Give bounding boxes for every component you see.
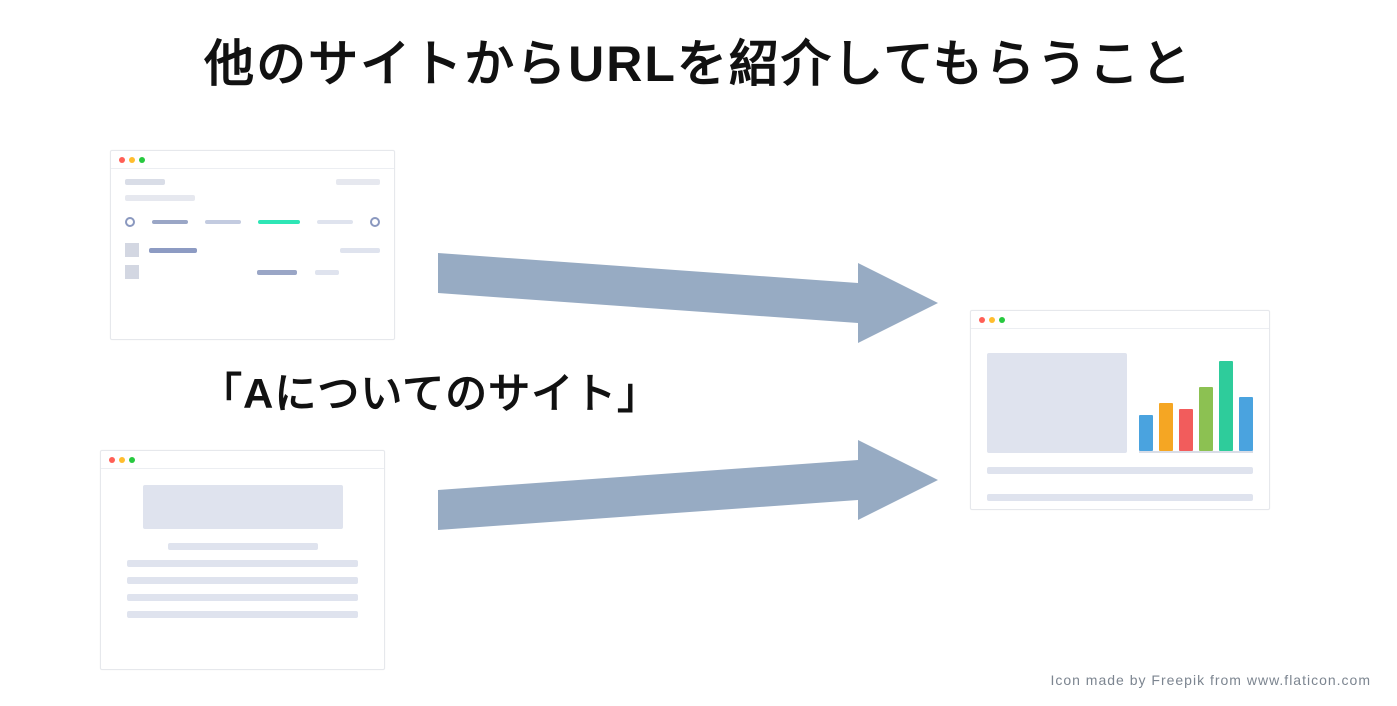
timeline (125, 211, 380, 233)
timeline-seg (205, 220, 241, 224)
target-site-analytics (970, 310, 1270, 510)
bar-chart (1139, 353, 1253, 453)
page-title: 他のサイトからURLを紹介してもらうこと (0, 24, 1397, 96)
timeline-seg (258, 220, 300, 224)
placeholder-bar (125, 195, 195, 201)
placeholder-bar (340, 248, 380, 253)
close-icon (109, 457, 115, 463)
arrow-icon (438, 253, 938, 353)
chart-bar (1179, 409, 1193, 451)
source-site-article (100, 450, 385, 670)
text-line (987, 467, 1253, 474)
chart-bar (1159, 403, 1173, 451)
arrow-icon (438, 440, 938, 540)
source-site-dashboard (110, 150, 395, 340)
text-line (127, 560, 358, 567)
chart-bar (1239, 397, 1253, 451)
text-line (127, 611, 358, 618)
text-line (987, 494, 1253, 501)
list-item (125, 243, 380, 257)
caption-subtitle: 「Aについてのサイト」 (200, 360, 660, 421)
window-titlebar (971, 311, 1269, 329)
zoom-icon (139, 157, 145, 163)
close-icon (119, 157, 125, 163)
thumb-icon (125, 243, 139, 257)
mock-content (101, 469, 384, 644)
minimize-icon (989, 317, 995, 323)
placeholder-bar (336, 179, 380, 185)
text-line (127, 577, 358, 584)
placeholder-bar (257, 270, 297, 275)
close-icon (979, 317, 985, 323)
chart-bar (1199, 387, 1213, 451)
window-titlebar (111, 151, 394, 169)
minimize-icon (129, 157, 135, 163)
hero-block (143, 485, 343, 529)
zoom-icon (999, 317, 1005, 323)
zoom-icon (129, 457, 135, 463)
minimize-icon (119, 457, 125, 463)
attribution-text: Icon made by Freepik from www.flaticon.c… (1050, 672, 1371, 688)
mock-content (111, 169, 394, 297)
timeline-seg (317, 220, 353, 224)
placeholder-bar (315, 270, 339, 275)
mock-content (971, 329, 1269, 525)
window-titlebar (101, 451, 384, 469)
panel-block (987, 353, 1127, 453)
chart-bar (1139, 415, 1153, 451)
list-item (125, 265, 380, 279)
timeline-seg (152, 220, 188, 224)
placeholder-bar (125, 179, 165, 185)
text-line (168, 543, 318, 550)
timeline-node-icon (125, 217, 135, 227)
placeholder-bar (149, 248, 197, 253)
text-line (127, 594, 358, 601)
timeline-node-icon (370, 217, 380, 227)
thumb-icon (125, 265, 139, 279)
chart-bar (1219, 361, 1233, 451)
